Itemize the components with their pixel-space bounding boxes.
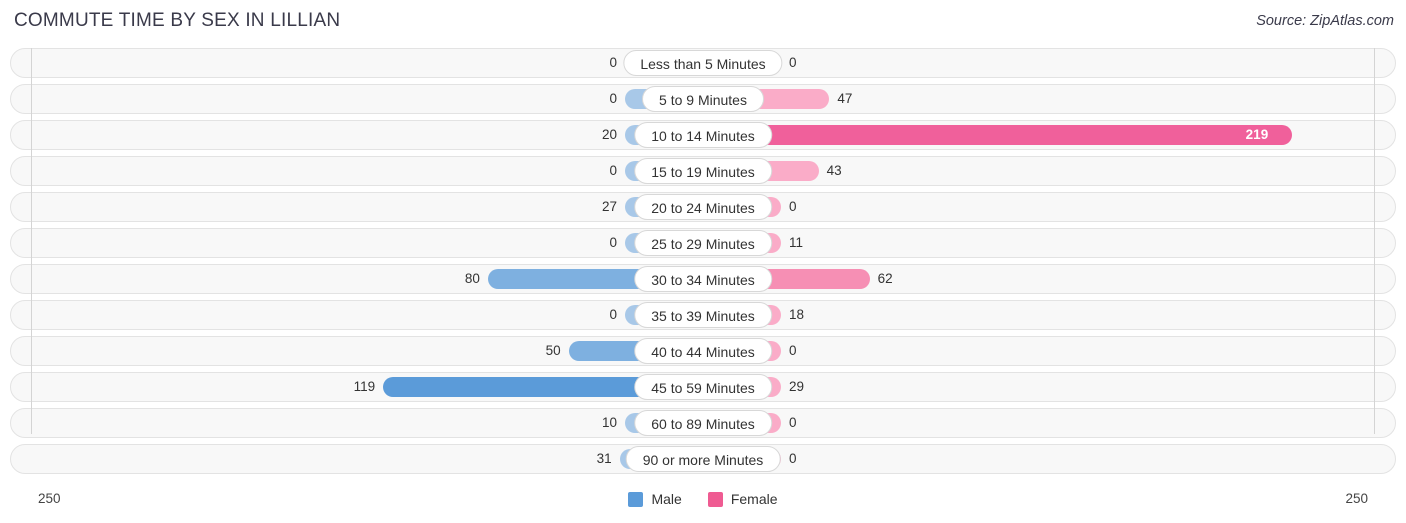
value-label-female: 0 [789, 415, 797, 430]
row-bars: 0 47 5 to 9 Minutes [0, 84, 1406, 114]
table-row: 80 62 30 to 34 Minutes [0, 264, 1406, 294]
row-bars: 0 18 35 to 39 Minutes [0, 300, 1406, 330]
value-label-male: 119 [353, 379, 376, 394]
row-bars: 0 0 Less than 5 Minutes [0, 48, 1406, 78]
table-row: 0 47 5 to 9 Minutes [0, 84, 1406, 114]
axis-line-right [1374, 48, 1375, 434]
bar-rows: 0 0 Less than 5 Minutes 0 47 5 to 9 Minutes 20… [0, 48, 1406, 480]
category-label: 15 to 19 Minutes [634, 158, 772, 184]
chart-header: COMMUTE TIME BY SEX IN LILLIAN Source: Z… [0, 0, 1406, 40]
category-label: 20 to 24 Minutes [634, 194, 772, 220]
category-label: 30 to 34 Minutes [634, 266, 772, 292]
chart-page: COMMUTE TIME BY SEX IN LILLIAN Source: Z… [0, 0, 1406, 523]
category-label: 10 to 14 Minutes [634, 122, 772, 148]
plot-area: 0 0 Less than 5 Minutes 0 47 5 to 9 Minutes 20… [0, 48, 1406, 480]
category-label: 60 to 89 Minutes [634, 410, 772, 436]
row-bars: 50 0 40 to 44 Minutes [0, 336, 1406, 366]
category-label: 90 or more Minutes [625, 446, 781, 472]
value-label-male: 10 [601, 415, 617, 430]
legend-label: Female [730, 491, 778, 507]
legend-label: Male [651, 491, 682, 507]
page-title: COMMUTE TIME BY SEX IN LILLIAN [14, 10, 341, 31]
value-label-male: 0 [609, 235, 617, 250]
table-row: 50 0 40 to 44 Minutes [0, 336, 1406, 366]
value-label-female: 0 [789, 343, 797, 358]
table-row: 10 0 60 to 89 Minutes [0, 408, 1406, 438]
value-label-male: 0 [609, 307, 617, 322]
value-label-female: 0 [789, 451, 797, 466]
bar-female[interactable] [703, 125, 1292, 145]
value-label-female: 11 [789, 235, 804, 250]
value-label-female: 0 [789, 199, 797, 214]
table-row: 0 18 35 to 39 Minutes [0, 300, 1406, 330]
value-label-male: 0 [609, 91, 617, 106]
category-label: Less than 5 Minutes [623, 50, 783, 76]
value-label-female: 62 [877, 271, 893, 286]
value-label-female: 0 [789, 55, 797, 70]
value-label-male: 0 [609, 163, 617, 178]
row-bars: 20 219 10 to 14 Minutes [0, 120, 1406, 150]
table-row: 27 0 20 to 24 Minutes [0, 192, 1406, 222]
legend-item[interactable]: Female [707, 491, 778, 507]
category-label: 25 to 29 Minutes [634, 230, 772, 256]
table-row: 31 0 90 or more Minutes [0, 444, 1406, 474]
row-bars: 31 0 90 or more Minutes [0, 444, 1406, 474]
value-label-female: 47 [837, 91, 853, 106]
legend-swatch-icon [628, 491, 644, 507]
table-row: 20 219 10 to 14 Minutes [0, 120, 1406, 150]
row-bars: 0 43 15 to 19 Minutes [0, 156, 1406, 186]
chart-legend: Male Female [0, 491, 1406, 507]
source-attribution: Source: ZipAtlas.com [1256, 13, 1394, 29]
row-bars: 10 0 60 to 89 Minutes [0, 408, 1406, 438]
value-label-male: 50 [545, 343, 561, 358]
category-label: 5 to 9 Minutes [642, 86, 764, 112]
axis-line-left [31, 48, 32, 434]
value-label-female: 219 [1245, 127, 1269, 142]
value-label-female: 18 [789, 307, 805, 322]
row-bars: 80 62 30 to 34 Minutes [0, 264, 1406, 294]
table-row: 0 11 25 to 29 Minutes [0, 228, 1406, 258]
legend-item[interactable]: Male [628, 491, 682, 507]
chart-footer: 250 250 Male Female [0, 483, 1406, 523]
row-bars: 27 0 20 to 24 Minutes [0, 192, 1406, 222]
value-label-female: 43 [826, 163, 842, 178]
category-label: 35 to 39 Minutes [634, 302, 772, 328]
row-bars: 0 11 25 to 29 Minutes [0, 228, 1406, 258]
value-label-male: 20 [601, 127, 617, 142]
table-row: 0 0 Less than 5 Minutes [0, 48, 1406, 78]
value-label-female: 29 [789, 379, 805, 394]
value-label-male: 27 [601, 199, 617, 214]
table-row: 0 43 15 to 19 Minutes [0, 156, 1406, 186]
value-label-male: 0 [609, 55, 617, 70]
row-bars: 119 29 45 to 59 Minutes [0, 372, 1406, 402]
value-label-male: 80 [464, 271, 480, 286]
category-label: 45 to 59 Minutes [634, 374, 772, 400]
legend-swatch-icon [707, 491, 723, 507]
category-label: 40 to 44 Minutes [634, 338, 772, 364]
table-row: 119 29 45 to 59 Minutes [0, 372, 1406, 402]
value-label-male: 31 [596, 451, 612, 466]
